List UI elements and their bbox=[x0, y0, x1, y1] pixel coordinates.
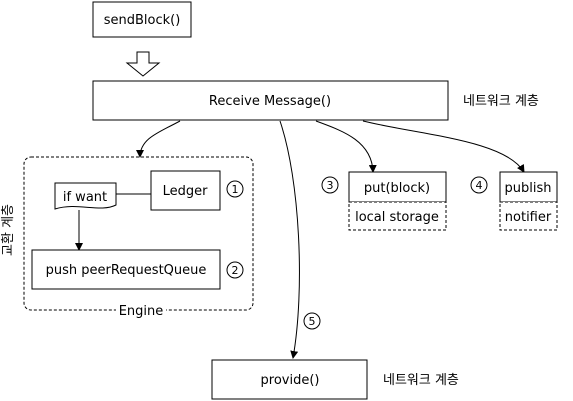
put-block-label: put(block) bbox=[364, 181, 430, 196]
ledger-node: Ledger bbox=[150, 170, 221, 211]
network-layer-label-bottom: 네트워크 계층 bbox=[383, 373, 459, 388]
flow-diagram: sendBlock() Receive Message() 네트워크 계층 En… bbox=[1, 1, 558, 400]
marker-3: 3 bbox=[321, 176, 339, 194]
put-block-node: put(block) local storage bbox=[348, 171, 447, 231]
marker-2-label: 2 bbox=[232, 264, 239, 277]
publish-label: publish bbox=[505, 181, 552, 196]
edge-receive-to-engine bbox=[136, 120, 181, 158]
publish-node: publish notifier bbox=[499, 171, 558, 231]
ledger-label: Ledger bbox=[163, 184, 209, 199]
receive-message-label: Receive Message() bbox=[209, 94, 331, 109]
send-block-node: sendBlock() bbox=[92, 1, 192, 38]
marker-5-label: 5 bbox=[309, 315, 316, 328]
edge-receive-to-put bbox=[315, 120, 377, 173]
edge-receive-to-publish bbox=[362, 120, 525, 173]
marker-4: 4 bbox=[470, 176, 488, 194]
marker-1-label: 1 bbox=[232, 183, 239, 196]
push-queue-node: push peerRequestQueue bbox=[31, 249, 221, 290]
hollow-down-arrow bbox=[125, 51, 161, 77]
send-block-label: sendBlock() bbox=[104, 13, 181, 28]
marker-4-label: 4 bbox=[476, 179, 483, 192]
provide-node: provide() bbox=[211, 359, 368, 400]
provide-label: provide() bbox=[261, 373, 320, 388]
exchange-layer-label: 교환 계층 bbox=[1, 204, 16, 256]
if-want-node: if want bbox=[54, 182, 117, 210]
marker-3-label: 3 bbox=[327, 179, 334, 192]
marker-5: 5 bbox=[303, 312, 321, 330]
if-want-label: if want bbox=[63, 190, 107, 205]
network-layer-label-top: 네트워크 계층 bbox=[463, 94, 539, 109]
edge-receive-to-provide bbox=[279, 120, 300, 359]
notifier-label: notifier bbox=[505, 210, 552, 225]
engine-label: Engine bbox=[119, 304, 164, 319]
receive-message-node: Receive Message() bbox=[92, 80, 449, 121]
push-queue-label: push peerRequestQueue bbox=[46, 263, 207, 278]
local-storage-label: local storage bbox=[355, 210, 439, 225]
